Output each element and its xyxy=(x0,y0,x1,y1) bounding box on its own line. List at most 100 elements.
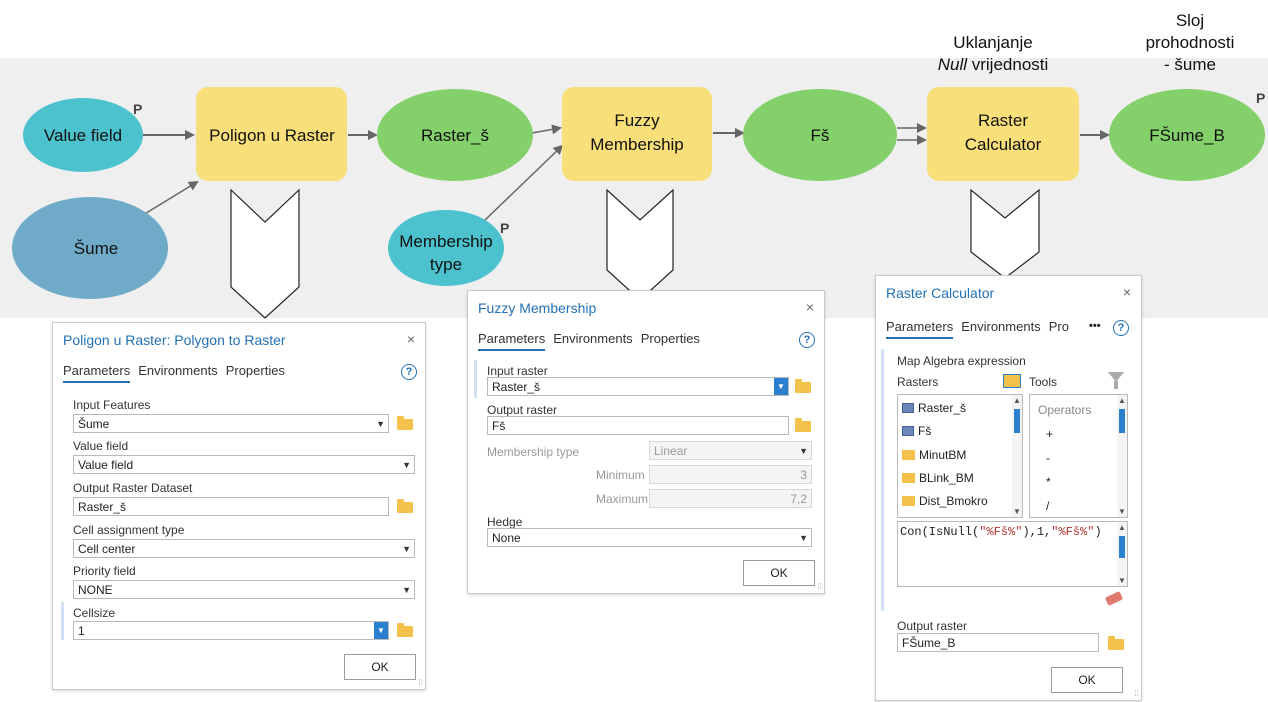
scroll-up-icon[interactable]: ▲ xyxy=(1013,396,1021,405)
scroll-up-icon[interactable]: ▲ xyxy=(1118,523,1126,532)
resize-grip-icon[interactable]: ⁞⁞ xyxy=(419,678,423,687)
scroll-thumb[interactable] xyxy=(1119,409,1125,433)
chevron-down-icon[interactable]: ▼ xyxy=(799,529,808,548)
chevron-down-icon[interactable]: ▼ xyxy=(402,581,411,600)
expr-mid: ),1, xyxy=(1022,525,1052,539)
rasters-label: Rasters xyxy=(897,375,939,389)
tab-parameters[interactable]: Parameters xyxy=(478,331,546,351)
cell-assignment-select[interactable]: Cell center ▼ xyxy=(73,539,415,558)
dialog-title: Poligon u Raster: Polygon to Raster xyxy=(63,332,286,348)
raster-picker-icon[interactable] xyxy=(1003,374,1021,388)
scrollbar[interactable]: ▲ ▼ xyxy=(1117,395,1127,517)
tab-properties[interactable]: Pro xyxy=(1049,319,1069,339)
raster-icon xyxy=(902,403,914,413)
chevron-down-icon[interactable]: ▼ xyxy=(799,442,808,461)
hedge-label: Hedge xyxy=(487,515,523,529)
output-raster-field[interactable]: FŠume_B xyxy=(897,633,1099,652)
help-icon[interactable]: ? xyxy=(799,332,815,348)
output-raster-field[interactable]: Raster_š xyxy=(73,497,389,516)
hedge-select[interactable]: None ▼ xyxy=(487,528,812,547)
resize-grip-icon[interactable]: ⁞⁞ xyxy=(818,582,822,591)
tools-list[interactable]: Operators + - * / ▲ ▼ xyxy=(1029,394,1128,518)
tab-parameters[interactable]: Parameters xyxy=(63,363,131,383)
ok-button[interactable]: OK xyxy=(743,560,815,586)
layer-folder-icon xyxy=(902,450,915,460)
operator-item[interactable]: / xyxy=(1046,499,1049,513)
chevron-down-icon[interactable]: ▼ xyxy=(376,415,385,434)
chevron-down-icon[interactable]: ▼ xyxy=(374,622,388,639)
node-raster-calculator[interactable] xyxy=(927,87,1079,181)
scroll-up-icon[interactable]: ▲ xyxy=(1118,396,1126,405)
value-field-select[interactable]: Value field ▼ xyxy=(73,455,415,474)
scroll-thumb[interactable] xyxy=(1119,536,1125,558)
dialog-tabs: Parameters Environments Pro xyxy=(886,319,1069,339)
scrollbar[interactable]: ▲ ▼ xyxy=(1117,522,1127,586)
priority-field-value: NONE xyxy=(78,583,113,597)
input-features-value: Šume xyxy=(78,417,110,431)
eraser-icon[interactable] xyxy=(1104,591,1124,606)
help-icon[interactable]: ? xyxy=(1113,320,1129,336)
tab-environments[interactable]: Environments xyxy=(138,363,217,383)
raster-item-label: MinutBM xyxy=(919,448,967,462)
input-features-field[interactable]: Šume ▼ xyxy=(73,414,389,433)
cellsize-field[interactable]: 1 ▼ xyxy=(73,621,389,640)
dialog-tabs: Parameters Environments Properties xyxy=(63,363,285,383)
folder-icon[interactable] xyxy=(795,379,811,393)
operator-item[interactable]: + xyxy=(1046,427,1053,441)
close-icon[interactable]: × xyxy=(806,299,814,315)
dialog-raster-calculator: Raster Calculator × Parameters Environme… xyxy=(875,275,1142,701)
folder-icon[interactable] xyxy=(795,418,811,432)
rasters-list[interactable]: Raster_š Fš MinutBM BLink_BM Dist_Bmokro… xyxy=(897,394,1023,518)
list-item[interactable]: Raster_š xyxy=(902,401,966,415)
maximum-field[interactable]: 7,2 xyxy=(649,489,812,508)
list-item[interactable]: BLink_BM xyxy=(902,471,974,485)
scroll-down-icon[interactable]: ▼ xyxy=(1118,576,1126,585)
tab-parameters[interactable]: Parameters xyxy=(886,319,954,339)
chevron-down-icon[interactable]: ▼ xyxy=(402,456,411,475)
node-fuzzy-membership[interactable] xyxy=(562,87,712,181)
close-icon[interactable]: × xyxy=(407,331,415,347)
cell-assignment-label: Cell assignment type xyxy=(73,523,185,537)
help-icon[interactable]: ? xyxy=(401,364,417,380)
chevron-down-icon[interactable]: ▼ xyxy=(774,378,788,395)
scroll-down-icon[interactable]: ▼ xyxy=(1013,507,1021,516)
value-field-value: Value field xyxy=(78,458,134,472)
folder-icon[interactable] xyxy=(397,623,413,637)
tab-environments[interactable]: Environments xyxy=(961,319,1040,339)
list-item[interactable]: Dist_Bmokro xyxy=(902,494,988,508)
tab-properties[interactable]: Properties xyxy=(226,363,285,383)
input-raster-field[interactable]: Raster_š ▼ xyxy=(487,377,789,396)
scroll-thumb[interactable] xyxy=(1014,409,1020,433)
minimum-label: Minimum xyxy=(596,468,645,482)
cellsize-label: Cellsize xyxy=(73,606,116,620)
membership-type-label: Membership type xyxy=(487,445,580,459)
chevron-down-icon[interactable]: ▼ xyxy=(402,540,411,559)
folder-icon[interactable] xyxy=(397,416,413,430)
tab-environments[interactable]: Environments xyxy=(553,331,632,351)
scroll-down-icon[interactable]: ▼ xyxy=(1118,507,1126,516)
minimum-field[interactable]: 3 xyxy=(649,465,812,484)
tab-properties[interactable]: Properties xyxy=(641,331,700,351)
scrollbar[interactable]: ▲ ▼ xyxy=(1012,395,1022,517)
list-item[interactable]: MinutBM xyxy=(902,448,966,462)
list-item[interactable]: Fš xyxy=(902,424,931,438)
close-icon[interactable]: × xyxy=(1123,284,1131,300)
ok-button[interactable]: OK xyxy=(344,654,416,680)
caption-null-line-1: Uklanjanje xyxy=(953,33,1033,52)
membership-type-select[interactable]: Linear ▼ xyxy=(649,441,812,460)
folder-icon[interactable] xyxy=(1108,636,1124,650)
expr-quoted-1: "%Fš%" xyxy=(979,525,1023,539)
node-raster-calculator-label-1: Raster xyxy=(978,111,1028,130)
priority-field-select[interactable]: NONE ▼ xyxy=(73,580,415,599)
folder-icon[interactable] xyxy=(397,499,413,513)
operator-item[interactable]: - xyxy=(1046,451,1050,465)
expression-editor[interactable]: Con(IsNull("%Fš%"),1,"%Fš%") ▲ ▼ xyxy=(897,521,1128,587)
dialog-title: Raster Calculator xyxy=(886,285,995,301)
output-raster-field[interactable]: Fš xyxy=(487,416,789,435)
more-icon[interactable]: ••• xyxy=(1089,320,1101,332)
resize-grip-icon[interactable]: ⁞⁞ xyxy=(1135,689,1139,698)
node-sume-label: Šume xyxy=(74,239,118,258)
caption-null-removal: Uklanjanje Null vrijednosti xyxy=(918,32,1068,76)
ok-button[interactable]: OK xyxy=(1051,667,1123,693)
operator-item[interactable]: * xyxy=(1046,475,1051,489)
